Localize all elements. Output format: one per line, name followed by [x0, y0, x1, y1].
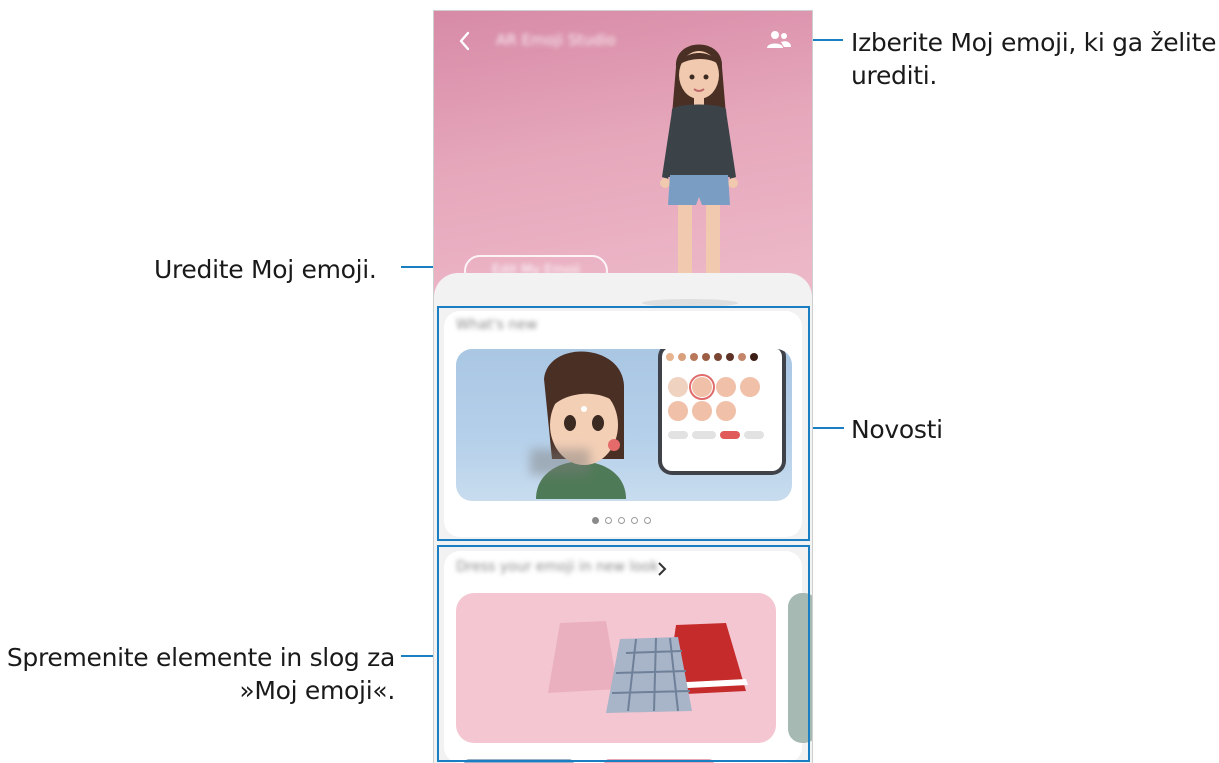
emoji-avatar[interactable] — [634, 27, 764, 311]
leader-change-items — [401, 655, 437, 657]
callout-select-emoji-text: Izberite Moj emoji, ki ga želite urediti… — [851, 28, 1217, 90]
callout-change-items-text: Spremenite elemente in slog za »Moj emoj… — [6, 643, 395, 705]
whats-new-highlight — [437, 306, 810, 541]
callout-edit-emoji: Uredite Moj emoji. — [154, 253, 394, 286]
leader-news — [810, 427, 844, 429]
callout-select-emoji: Izberite Moj emoji, ki ga želite urediti… — [851, 26, 1217, 92]
callout-edit-emoji-text: Uredite Moj emoji. — [154, 255, 377, 284]
callout-news: Novosti — [851, 413, 1051, 446]
people-icon[interactable] — [764, 27, 794, 53]
callout-change-items: Spremenite elemente in slog za »Moj emoj… — [6, 641, 395, 707]
callout-news-text: Novosti — [851, 415, 943, 444]
back-arrow-icon[interactable] — [454, 27, 478, 55]
app-title: AR Emoji Studio — [496, 31, 616, 49]
dress-up-highlight — [437, 545, 810, 762]
